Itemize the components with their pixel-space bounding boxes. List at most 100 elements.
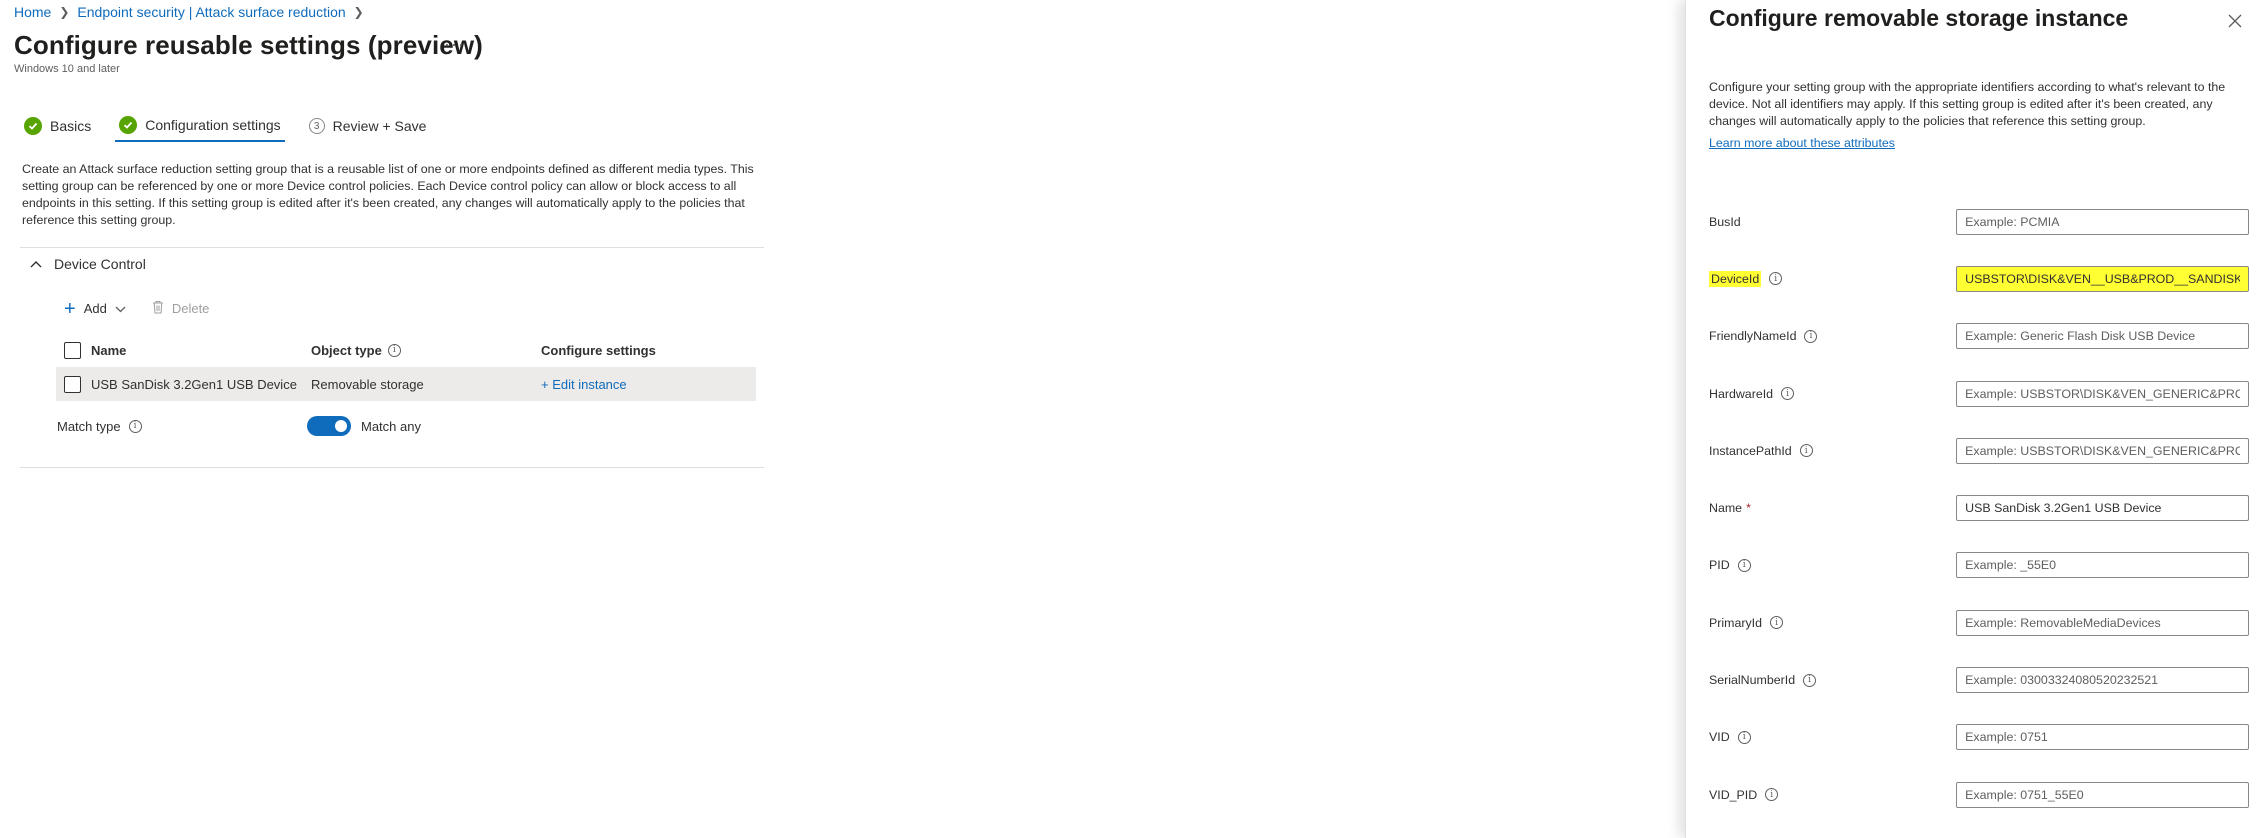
field-label: VID i: [1709, 730, 1956, 744]
delete-button[interactable]: Delete: [152, 300, 210, 317]
learn-more-link[interactable]: Learn more about these attributes: [1709, 136, 1895, 150]
info-icon[interactable]: i: [1803, 673, 1817, 687]
add-label: Add: [83, 301, 107, 316]
tab-label: Review + Save: [332, 118, 427, 134]
info-icon[interactable]: i: [387, 343, 401, 357]
field-vid: VID i: [1709, 709, 2249, 766]
required-asterisk: *: [1746, 501, 1751, 516]
column-header-configure: Configure settings: [541, 342, 656, 358]
match-type-toggle[interactable]: [307, 416, 351, 436]
deviceid-input[interactable]: [1956, 265, 2249, 292]
info-icon[interactable]: i: [1737, 730, 1751, 744]
add-button[interactable]: + Add: [64, 297, 126, 320]
match-type-label-group: Match type i: [57, 419, 307, 434]
field-label: BusId: [1709, 214, 1741, 229]
hardwareid-input[interactable]: [1956, 380, 2249, 407]
tab-review-save[interactable]: 3 Review + Save: [305, 110, 431, 142]
vid-pid-input[interactable]: [1956, 781, 2249, 808]
busid-input[interactable]: [1956, 208, 2249, 235]
tab-label: Configuration settings: [145, 117, 281, 133]
plus-icon: +: [64, 297, 76, 320]
field-hardwareid: HardwareId i: [1709, 365, 2249, 422]
step-number-icon: 3: [308, 118, 325, 134]
match-type-value: Match any: [361, 418, 421, 434]
info-icon[interactable]: i: [128, 419, 142, 433]
field-label: FriendlyNameId i: [1709, 329, 1956, 343]
field-name: Name *: [1709, 479, 2249, 536]
info-icon[interactable]: i: [1770, 616, 1784, 630]
field-vid-pid: VID_PID i: [1709, 766, 2249, 823]
device-control-section-toggle[interactable]: Device Control: [30, 256, 146, 272]
info-icon[interactable]: i: [1799, 444, 1813, 458]
breadcrumb: Home ❯ Endpoint security | Attack surfac…: [14, 4, 364, 20]
info-icon[interactable]: i: [1769, 272, 1783, 286]
table-toolbar: + Add Delete: [64, 297, 210, 320]
panel-description: Configure your setting group with the ap…: [1709, 80, 2226, 128]
chevron-up-icon: [30, 257, 42, 271]
column-header-name[interactable]: Name: [91, 343, 311, 358]
checkmark-circle-icon: [119, 116, 138, 134]
row-object-type: Removable storage: [311, 376, 424, 392]
page-description: Create an Attack surface reduction setti…: [22, 162, 754, 227]
tab-label: Basics: [50, 118, 92, 134]
field-pid: PID i: [1709, 537, 2249, 594]
main-pane: Home ❯ Endpoint security | Attack surfac…: [0, 0, 1680, 838]
trash-icon: [152, 300, 164, 317]
instancepathid-input[interactable]: [1956, 437, 2249, 464]
field-primaryid: PrimaryId i: [1709, 594, 2249, 651]
configure-instance-panel: Configure removable storage instance Con…: [1685, 0, 2266, 838]
name-input[interactable]: [1956, 495, 2249, 522]
breadcrumb-asr-link[interactable]: Endpoint security | Attack surface reduc…: [77, 4, 345, 20]
divider: [20, 247, 764, 248]
row-checkbox[interactable]: [64, 375, 81, 393]
settings-table: Name Object type i Configure settings US…: [56, 333, 756, 401]
panel-title: Configure removable storage instance: [1709, 5, 2129, 31]
page-subtitle: Windows 10 and later: [14, 63, 120, 75]
info-icon[interactable]: i: [1781, 387, 1795, 401]
tab-basics[interactable]: Basics: [20, 110, 95, 142]
section-title: Device Control: [54, 256, 146, 272]
vid-input[interactable]: [1956, 724, 2249, 751]
field-label: PID i: [1709, 558, 1956, 572]
field-label: InstancePathId i: [1709, 444, 1956, 458]
edit-instance-link[interactable]: + Edit instance: [541, 377, 756, 392]
serialnumberid-input[interactable]: [1956, 667, 2249, 694]
table-row[interactable]: USB SanDisk 3.2Gen1 USB Device Removable…: [56, 367, 756, 401]
wizard-tabs: Basics Configuration settings 3 Review +…: [20, 110, 450, 142]
tab-configuration-settings[interactable]: Configuration settings: [115, 110, 285, 142]
field-friendlynameid: FriendlyNameId i: [1709, 308, 2249, 365]
field-label: SerialNumberId i: [1709, 673, 1956, 687]
close-icon[interactable]: [2228, 8, 2242, 34]
more-options-icon[interactable]: ···: [444, 34, 465, 55]
info-icon[interactable]: i: [1804, 329, 1818, 343]
chevron-right-icon: ❯: [59, 5, 70, 19]
match-type-row: Match type i Match any: [57, 416, 421, 436]
divider: [20, 467, 764, 468]
column-header-object-type[interactable]: Object type i: [311, 343, 541, 358]
field-deviceid: DeviceId i: [1709, 250, 2249, 307]
column-header-label: Object type: [311, 342, 382, 358]
field-label: VID_PID i: [1709, 788, 1956, 802]
info-icon[interactable]: i: [1737, 558, 1751, 572]
friendlynameid-input[interactable]: [1956, 323, 2249, 350]
checkmark-circle-icon: [24, 117, 42, 135]
row-name: USB SanDisk 3.2Gen1 USB Device: [91, 376, 297, 392]
page-title: Configure reusable settings (preview): [14, 30, 483, 60]
field-serialnumberid: SerialNumberId i: [1709, 651, 2249, 708]
field-instancepathid: InstancePathId i: [1709, 422, 2249, 479]
primaryid-input[interactable]: [1956, 609, 2249, 636]
field-label: HardwareId i: [1709, 387, 1956, 401]
field-busid: BusId: [1709, 193, 2249, 250]
pid-input[interactable]: [1956, 552, 2249, 579]
chevron-right-icon: ❯: [353, 5, 364, 19]
table-header-row: Name Object type i Configure settings: [56, 333, 756, 367]
field-label: DeviceId i: [1709, 270, 1956, 287]
info-icon[interactable]: i: [1765, 788, 1779, 802]
breadcrumb-home-link[interactable]: Home: [14, 4, 51, 20]
match-type-label: Match type: [57, 418, 121, 434]
delete-label: Delete: [171, 301, 210, 316]
field-label: Name *: [1709, 501, 1751, 516]
identifier-fields: BusId DeviceIdi FriendlyNameIdi Hardware…: [1709, 193, 2249, 823]
select-all-checkbox[interactable]: [64, 341, 81, 359]
field-label: PrimaryId i: [1709, 616, 1956, 630]
